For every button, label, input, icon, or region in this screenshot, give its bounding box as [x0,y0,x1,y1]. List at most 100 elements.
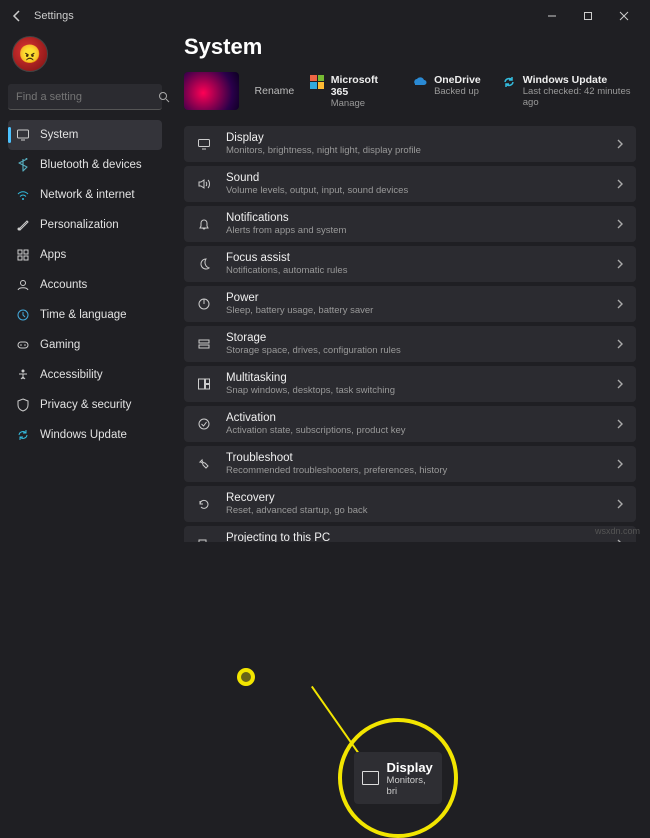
update-icon [16,428,30,442]
close-button[interactable] [606,2,642,30]
time-icon [16,308,30,322]
minimize-button[interactable] [534,2,570,30]
sidebar-item-personalization[interactable]: Personalization [8,210,162,240]
chevron-right-icon [616,259,624,269]
chevron-right-icon [616,299,624,309]
sidebar-item-label: Network & internet [40,189,135,201]
search-box[interactable] [8,84,162,110]
card-title: Notifications [226,212,602,225]
chevron-right-icon [616,499,624,509]
card-title: Projecting to this PC [226,532,602,542]
rename-link[interactable]: Rename [255,85,295,97]
card-focus-assist[interactable]: Focus assistNotifications, automatic rul… [184,246,636,282]
storage-icon [196,336,212,352]
card-recovery[interactable]: RecoveryReset, advanced startup, go back [184,486,636,522]
promo-icon [310,74,325,90]
sidebar-item-bluetooth-devices[interactable]: Bluetooth & devices [8,150,162,180]
system-icon [16,128,30,142]
promo-icon [501,74,517,90]
sound-icon [196,176,212,192]
card-multitasking[interactable]: MultitaskingSnap windows, desktops, task… [184,366,636,402]
sidebar-item-label: Accessibility [40,369,103,381]
card-display[interactable]: DisplayMonitors, brightness, night light… [184,126,636,162]
back-button[interactable] [8,7,26,25]
card-notifications[interactable]: NotificationsAlerts from apps and system [184,206,636,242]
privacy-icon [16,398,30,412]
card-sub: Volume levels, output, input, sound devi… [226,185,602,196]
window-title: Settings [34,10,74,22]
user-avatar[interactable]: 😠 [12,36,48,72]
bell-icon [196,216,212,232]
accounts-icon [16,278,30,292]
search-input[interactable] [16,91,158,103]
sidebar-item-label: Time & language [40,309,127,321]
card-sound[interactable]: SoundVolume levels, output, input, sound… [184,166,636,202]
card-title: Recovery [226,492,602,505]
card-title: Focus assist [226,252,602,265]
card-title: Display [226,132,602,145]
card-sub: Monitors, brightness, night light, displ… [226,145,602,156]
card-title: Storage [226,332,602,345]
card-title: Sound [226,172,602,185]
access-icon [16,368,30,382]
card-sub: Sleep, battery usage, battery saver [226,305,602,316]
sidebar-item-gaming[interactable]: Gaming [8,330,162,360]
recovery-icon [196,496,212,512]
multi-icon [196,376,212,392]
card-sub: Activation state, subscriptions, product… [226,425,602,436]
moon-icon [196,256,212,272]
card-activation[interactable]: ActivationActivation state, subscription… [184,406,636,442]
promo-microsoft-[interactable]: Microsoft 365Manage [310,74,392,109]
sidebar-item-label: Accounts [40,279,87,291]
card-sub: Notifications, automatic rules [226,265,602,276]
activation-icon [196,416,212,432]
wifi-icon [16,188,30,202]
bluetooth-icon [16,158,30,172]
card-sub: Reset, advanced startup, go back [226,505,602,516]
card-title: Activation [226,412,602,425]
callout-sub: Monitors, bri [387,775,434,797]
page-title: System [184,34,636,60]
project-icon [196,536,212,542]
sidebar-item-label: Windows Update [40,429,127,441]
promo-title: Microsoft 365 [331,74,392,98]
card-title: Troubleshoot [226,452,602,465]
card-storage[interactable]: StorageStorage space, drives, configurat… [184,326,636,362]
desktop-thumbnail[interactable] [184,72,239,110]
search-icon [158,91,170,103]
power-icon [196,296,212,312]
maximize-button[interactable] [570,2,606,30]
sidebar-item-label: Bluetooth & devices [40,159,142,171]
display-icon [196,136,212,152]
brush-icon [16,218,30,232]
card-projecting-to-this-pc[interactable]: Projecting to this PCPermissions, pairin… [184,526,636,542]
promo-title: Windows Update [523,74,636,86]
gaming-icon [16,338,30,352]
card-power[interactable]: PowerSleep, battery usage, battery saver [184,286,636,322]
sidebar-item-accounts[interactable]: Accounts [8,270,162,300]
sidebar-item-apps[interactable]: Apps [8,240,162,270]
promo-icon [412,74,428,90]
sidebar-item-windows-update[interactable]: Windows Update [8,420,162,450]
sidebar-item-label: Gaming [40,339,80,351]
sidebar-item-accessibility[interactable]: Accessibility [8,360,162,390]
card-sub: Alerts from apps and system [226,225,602,236]
chevron-right-icon [616,179,624,189]
promo-sub: Manage [331,98,392,109]
sidebar-item-network-internet[interactable]: Network & internet [8,180,162,210]
chevron-right-icon [616,139,624,149]
card-title: Multitasking [226,372,602,385]
promo-onedrive[interactable]: OneDriveBacked up [412,74,481,109]
sidebar-item-label: Apps [40,249,66,261]
callout-title: Display [387,760,434,775]
sidebar-item-system[interactable]: System [8,120,162,150]
sidebar-item-label: Privacy & security [40,399,131,411]
sidebar-item-privacy-security[interactable]: Privacy & security [8,390,162,420]
promo-windows-update[interactable]: Windows UpdateLast checked: 42 minutes a… [501,74,636,109]
display-icon [362,771,379,785]
card-troubleshoot[interactable]: TroubleshootRecommended troubleshooters,… [184,446,636,482]
main-panel: System Rename Microsoft 365Manage OneDriv… [170,32,650,542]
chevron-right-icon [616,459,624,469]
sidebar-item-time-language[interactable]: Time & language [8,300,162,330]
card-sub: Recommended troubleshooters, preferences… [226,465,602,476]
